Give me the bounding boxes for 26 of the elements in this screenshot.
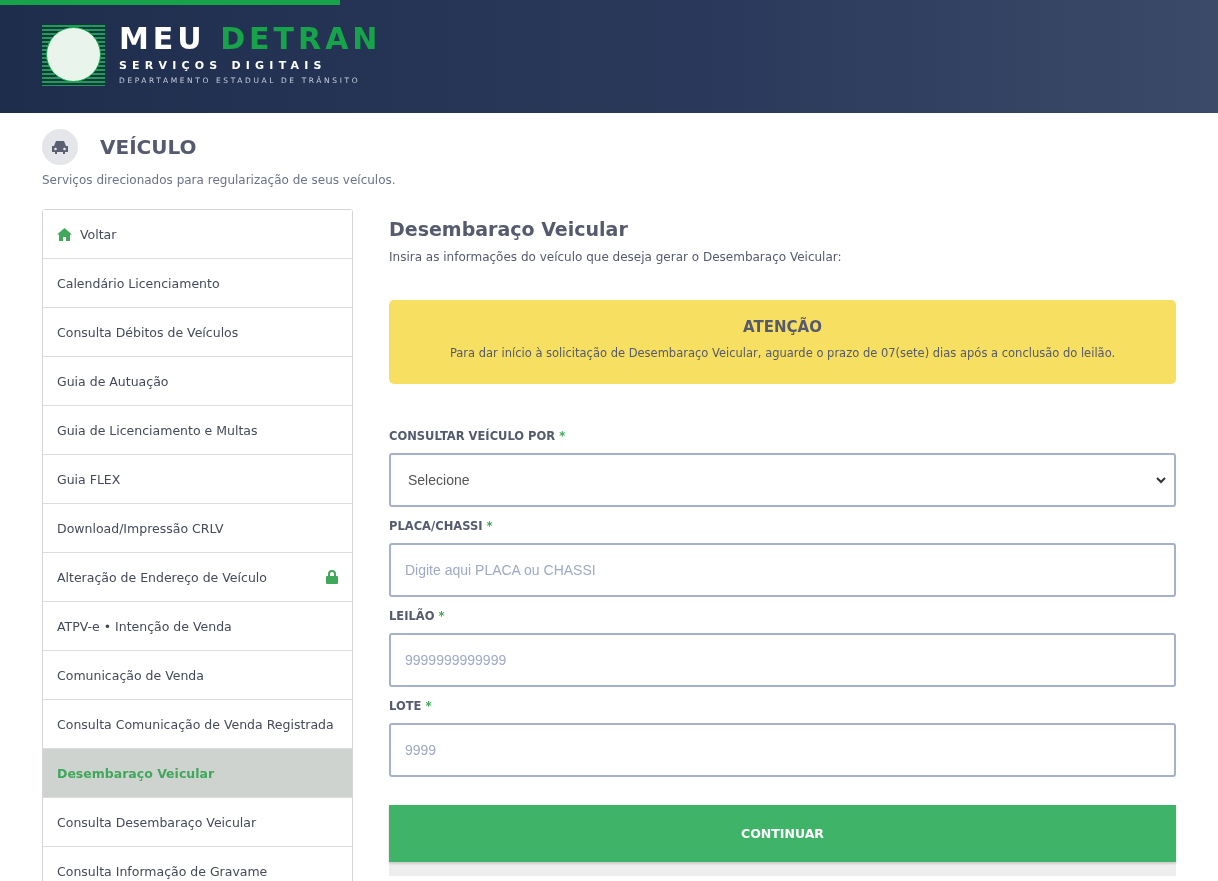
alert-message: Para dar início à solicitação de Desembaraço Veicular, aguarde o prazo de 07(sete) dias após a conclusão do leilão. [448, 346, 1117, 360]
field-label: CONSULTAR VEÍCULO POR [389, 429, 556, 443]
form-intro: Insira as informações do veículo que deseja gerar o Desembaraço Veicular: [389, 250, 843, 264]
select-dropdown[interactable]: Selecione [389, 453, 1176, 507]
required-mark: * [425, 699, 432, 713]
chevron-down-icon [1156, 476, 1166, 484]
input-field[interactable]: 9999999999999 [389, 633, 1176, 687]
input-field[interactable]: 9999 [389, 723, 1176, 777]
form-title: Desembaraço Veicular [389, 218, 629, 240]
field-label: LOTE [389, 699, 422, 713]
globe-logo-icon [42, 23, 105, 86]
brand-title: MEU DETRAN [119, 23, 382, 55]
required-mark: * [559, 429, 566, 443]
home-icon [57, 227, 72, 241]
section-title: VEÍCULO [100, 135, 197, 159]
car-icon [42, 129, 78, 165]
field-label: LEILÃO [389, 609, 435, 623]
required-mark: * [438, 609, 445, 623]
lock-icon [326, 570, 338, 584]
section-description: Serviços direcionados para regularização de seus veículos. [42, 173, 397, 187]
alert-title: ATENÇÃO [742, 318, 823, 336]
brand-subtitle: SERVIÇOS DIGITAIS [119, 59, 328, 72]
input-field[interactable]: Digite aqui PLACA ou CHASSI [389, 543, 1176, 597]
required-mark: * [486, 519, 493, 533]
sidebar-item[interactable]: Voltar [43, 210, 352, 259]
field-label: PLACA/CHASSI [389, 519, 483, 533]
